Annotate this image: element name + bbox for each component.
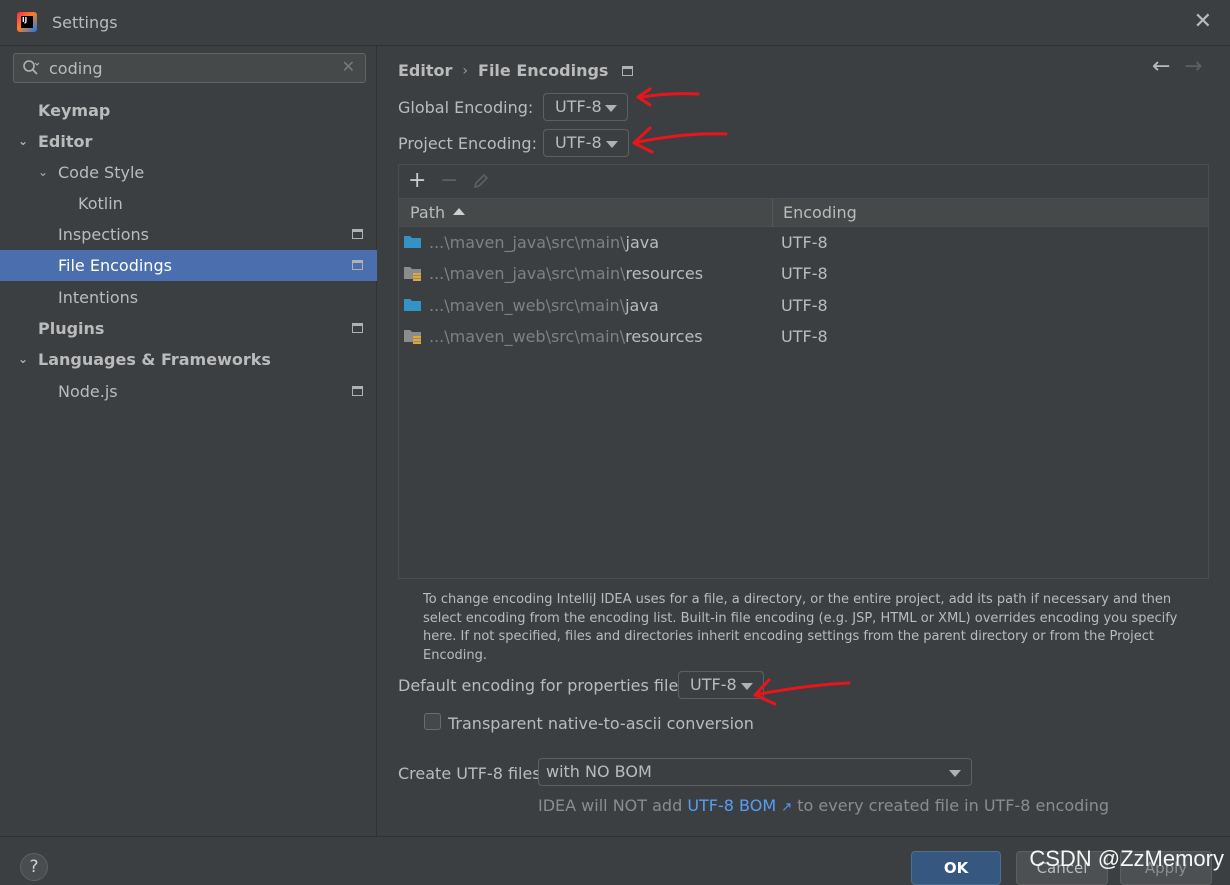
window-title: Settings bbox=[52, 13, 118, 32]
breadcrumb: Editor › File Encodings bbox=[398, 61, 634, 80]
bom-info-text: IDEA will NOT add UTF-8 BOM ↗ to every c… bbox=[538, 796, 1110, 815]
native-to-ascii-label[interactable]: Transparent native-to-ascii conversion bbox=[448, 714, 754, 733]
project-encoding-label: Project Encoding: bbox=[398, 134, 537, 153]
project-level-icon bbox=[352, 260, 363, 270]
encoding-cell[interactable]: UTF-8 bbox=[781, 264, 828, 283]
annotation-arrow-icon bbox=[632, 126, 728, 154]
table-row[interactable]: ...\maven_web\src\main\resources UTF-8 bbox=[399, 321, 1208, 352]
table-row[interactable]: ...\maven_java\src\main\resources UTF-8 bbox=[399, 258, 1208, 289]
breadcrumb-separator-icon: › bbox=[462, 62, 469, 79]
project-level-icon bbox=[352, 323, 363, 333]
source-folder-icon bbox=[404, 299, 421, 311]
breadcrumb-current: File Encodings bbox=[478, 61, 609, 80]
sidebar-item-code-style[interactable]: ⌄ Code Style bbox=[0, 157, 377, 188]
sidebar-item-label: Editor bbox=[38, 132, 93, 151]
sidebar-item-label: File Encodings bbox=[58, 256, 172, 275]
path-cell: ...\maven_web\src\main\java bbox=[429, 296, 659, 315]
chevron-down-icon[interactable]: ⌄ bbox=[38, 165, 52, 179]
project-level-icon bbox=[352, 386, 363, 396]
path-cell: ...\maven_web\src\main\resources bbox=[429, 327, 703, 346]
global-encoding-value: UTF-8 bbox=[555, 97, 602, 116]
project-encoding-select[interactable]: UTF-8 bbox=[543, 129, 629, 157]
table-header: Path Encoding bbox=[399, 198, 1208, 227]
sidebar-item-label: Plugins bbox=[38, 319, 105, 338]
intellij-logo-icon: IJ bbox=[17, 12, 37, 32]
path-encoding-table: + − Path Encoding ...\maven_java\src\mai… bbox=[398, 164, 1209, 579]
column-header-encoding[interactable]: Encoding bbox=[783, 203, 857, 222]
search-input[interactable] bbox=[47, 57, 337, 79]
title-bar: IJ Settings ✕ bbox=[0, 0, 1230, 46]
file-encodings-panel: Editor › File Encodings ← → Global Encod… bbox=[378, 46, 1230, 836]
dropdown-arrow-icon bbox=[605, 105, 617, 112]
utf8-bom-value: with NO BOM bbox=[546, 762, 652, 781]
encoding-cell[interactable]: UTF-8 bbox=[781, 296, 828, 315]
sidebar-item-label: Keymap bbox=[38, 101, 111, 120]
encoding-help-text: To change encoding IntelliJ IDEA uses fo… bbox=[423, 592, 1178, 663]
ok-button[interactable]: OK bbox=[911, 851, 1001, 885]
encoding-cell[interactable]: UTF-8 bbox=[781, 327, 828, 346]
resources-folder-icon bbox=[404, 330, 421, 344]
sidebar-item-label: Intentions bbox=[58, 288, 139, 307]
sidebar-item-inspections[interactable]: Inspections bbox=[0, 219, 377, 250]
back-arrow-icon[interactable]: ← bbox=[1152, 54, 1170, 79]
sidebar-item-keymap[interactable]: Keymap bbox=[0, 95, 377, 126]
close-icon[interactable]: ✕ bbox=[1194, 10, 1212, 34]
sidebar-item-languages-frameworks[interactable]: ⌄ Languages & Frameworks bbox=[0, 344, 377, 375]
sidebar-item-nodejs[interactable]: Node.js bbox=[0, 376, 377, 407]
sidebar-item-label: Kotlin bbox=[78, 194, 123, 213]
global-encoding-label: Global Encoding: bbox=[398, 98, 534, 117]
path-cell: ...\maven_java\src\main\resources bbox=[429, 264, 704, 283]
edit-pencil-icon[interactable] bbox=[472, 172, 490, 190]
properties-encoding-label: Default encoding for properties files: bbox=[398, 676, 693, 695]
search-box[interactable]: ✕ bbox=[13, 53, 366, 83]
table-row[interactable]: ...\maven_web\src\main\java UTF-8 bbox=[399, 290, 1208, 321]
sort-ascending-icon bbox=[453, 208, 466, 215]
dropdown-arrow-icon bbox=[606, 141, 618, 148]
settings-sidebar: ✕ Keymap ⌄ Editor ⌄ Code Style Kotlin In… bbox=[0, 46, 377, 836]
project-level-icon bbox=[622, 65, 634, 76]
column-header-path[interactable]: Path bbox=[410, 203, 466, 222]
search-icon bbox=[23, 60, 40, 75]
resources-folder-icon bbox=[404, 267, 421, 281]
dropdown-arrow-icon bbox=[949, 770, 961, 777]
properties-encoding-value: UTF-8 bbox=[690, 675, 737, 694]
clear-search-icon[interactable]: ✕ bbox=[342, 57, 355, 76]
source-folder-icon bbox=[404, 236, 421, 248]
csdn-watermark: CSDN @ZzMemory bbox=[1029, 846, 1224, 871]
native-to-ascii-checkbox[interactable] bbox=[424, 713, 441, 730]
forward-arrow-icon[interactable]: → bbox=[1184, 54, 1202, 79]
column-divider[interactable] bbox=[772, 199, 773, 227]
breadcrumb-parent[interactable]: Editor bbox=[398, 61, 452, 80]
utf8-bom-link[interactable]: UTF-8 BOM ↗ bbox=[687, 796, 792, 815]
annotation-arrow-icon bbox=[753, 678, 851, 706]
sidebar-item-plugins[interactable]: Plugins bbox=[0, 313, 377, 344]
sidebar-item-editor[interactable]: ⌄ Editor bbox=[0, 126, 377, 157]
project-level-icon bbox=[352, 229, 363, 239]
sidebar-item-label: Inspections bbox=[58, 225, 149, 244]
help-button[interactable]: ? bbox=[20, 853, 48, 881]
utf8-bom-select[interactable]: with NO BOM bbox=[538, 758, 972, 786]
remove-icon[interactable]: − bbox=[440, 168, 458, 194]
external-link-icon: ↗ bbox=[781, 800, 793, 815]
project-encoding-value: UTF-8 bbox=[555, 133, 602, 152]
table-toolbar: + − bbox=[399, 165, 1208, 198]
global-encoding-select[interactable]: UTF-8 bbox=[543, 93, 628, 121]
path-cell: ...\maven_java\src\main\java bbox=[429, 233, 660, 252]
sidebar-item-intentions[interactable]: Intentions bbox=[0, 282, 377, 313]
sidebar-item-label: Node.js bbox=[58, 382, 118, 401]
annotation-arrow-icon bbox=[636, 87, 700, 107]
sidebar-item-file-encodings[interactable]: File Encodings bbox=[0, 250, 377, 281]
sidebar-item-label: Code Style bbox=[58, 163, 145, 182]
sidebar-item-label: Languages & Frameworks bbox=[38, 350, 271, 369]
encoding-cell[interactable]: UTF-8 bbox=[781, 233, 828, 252]
sidebar-item-kotlin[interactable]: Kotlin bbox=[0, 188, 377, 219]
chevron-down-icon[interactable]: ⌄ bbox=[18, 134, 32, 148]
table-row[interactable]: ...\maven_java\src\main\java UTF-8 bbox=[399, 227, 1208, 258]
add-icon[interactable]: + bbox=[408, 168, 426, 194]
chevron-down-icon[interactable]: ⌄ bbox=[18, 352, 32, 366]
utf8-files-label: Create UTF-8 files: bbox=[398, 764, 547, 783]
